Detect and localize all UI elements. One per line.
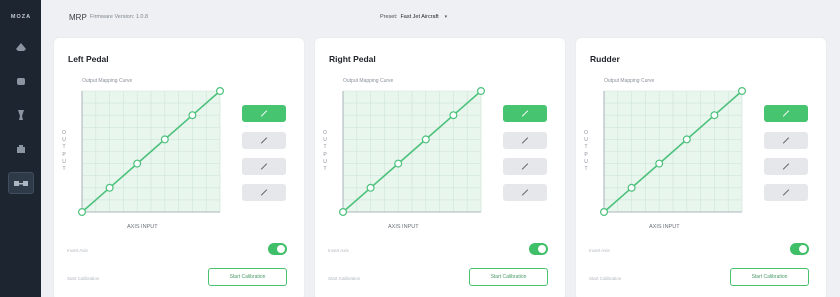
curve-point bbox=[477, 87, 485, 95]
curve-preset-3[interactable] bbox=[242, 158, 286, 175]
steering-wheel-icon bbox=[17, 78, 25, 85]
curve-preset-linear[interactable] bbox=[764, 105, 808, 122]
toggle-knob bbox=[277, 245, 285, 253]
curve-preset-3[interactable] bbox=[764, 158, 808, 175]
curve-label: Output Mapping Curve bbox=[82, 78, 133, 84]
line-icon bbox=[521, 110, 529, 117]
curve-point bbox=[655, 159, 664, 168]
curve-preset-2[interactable] bbox=[503, 132, 547, 149]
line-icon bbox=[521, 163, 529, 170]
sidebar-item-pedals[interactable] bbox=[8, 104, 34, 126]
toggle-knob bbox=[538, 245, 546, 253]
line-icon bbox=[782, 163, 790, 170]
preset-selector[interactable]: Preset: Fast Jet Aircraft ▾ bbox=[380, 14, 447, 20]
line-icon bbox=[260, 110, 268, 117]
device-name: MRP bbox=[69, 13, 87, 22]
header: MRP Firmware Version: 1.0.8 Preset: Fast… bbox=[41, 0, 840, 38]
start-calibration-button[interactable]: Start Calibration bbox=[208, 268, 287, 286]
y-axis-label: OUTPUT bbox=[62, 130, 66, 173]
curve-point bbox=[738, 87, 746, 95]
invert-axis-toggle[interactable] bbox=[529, 243, 548, 255]
curve-label: Output Mapping Curve bbox=[604, 78, 655, 84]
line-icon bbox=[782, 189, 790, 196]
curve-point bbox=[77, 207, 87, 216]
y-axis-label: OUTPUT bbox=[584, 130, 588, 173]
curve-preset-2[interactable] bbox=[242, 132, 286, 149]
dashboard-icon bbox=[17, 145, 25, 153]
curve-preset-4[interactable] bbox=[503, 184, 547, 201]
line-icon bbox=[260, 189, 268, 196]
curve-point bbox=[421, 135, 430, 144]
curve-preset-linear[interactable] bbox=[503, 105, 547, 122]
calibration-label: Start Calibration bbox=[328, 276, 361, 281]
curve-label: Output Mapping Curve bbox=[343, 78, 394, 84]
curve-point bbox=[710, 111, 719, 120]
mapping-curve-chart[interactable] bbox=[335, 85, 485, 218]
rudder-pedals-icon bbox=[14, 181, 28, 186]
card-rudder: Rudder Output Mapping Curve OUTPUT AXIS … bbox=[576, 38, 826, 297]
invert-axis-toggle[interactable] bbox=[268, 243, 287, 255]
calibration-label: Start Calibration bbox=[589, 276, 622, 281]
y-axis-label: OUTPUT bbox=[323, 130, 327, 173]
curve-point bbox=[105, 183, 114, 192]
invert-axis-label: Invert Axis bbox=[328, 248, 349, 253]
sidebar-item-rudder-pedals[interactable] bbox=[8, 172, 34, 194]
curve-point bbox=[449, 111, 458, 120]
curve-point bbox=[338, 207, 348, 216]
line-icon bbox=[521, 189, 529, 196]
invert-axis-toggle[interactable] bbox=[790, 243, 809, 255]
curve-point bbox=[133, 159, 142, 168]
preset-value: Fast Jet Aircraft bbox=[400, 14, 439, 20]
mapping-curve-chart[interactable] bbox=[74, 85, 224, 218]
curve-preset-2[interactable] bbox=[764, 132, 808, 149]
sidebar-item-dashboard[interactable] bbox=[8, 138, 34, 160]
moza-logo: MOZA bbox=[10, 14, 32, 20]
firmware-version: Firmware Version: 1.0.8 bbox=[90, 14, 149, 20]
curve-point bbox=[599, 207, 609, 216]
line-icon bbox=[521, 137, 529, 144]
sidebar-item-wheelbase[interactable] bbox=[8, 36, 34, 58]
invert-axis-label: Invert Axis bbox=[67, 248, 88, 253]
line-icon bbox=[260, 137, 268, 144]
curve-point bbox=[627, 183, 636, 192]
curve-point bbox=[394, 159, 403, 168]
chevron-down-icon: ▾ bbox=[444, 14, 448, 20]
preset-label: Preset: bbox=[380, 14, 398, 20]
start-calibration-button[interactable]: Start Calibration bbox=[469, 268, 548, 286]
invert-axis-label: Invert Axis bbox=[589, 248, 610, 253]
x-axis-label: AXIS INPUT bbox=[649, 224, 680, 230]
line-icon bbox=[782, 110, 790, 117]
curve-preset-3[interactable] bbox=[503, 158, 547, 175]
curve-point bbox=[216, 87, 224, 95]
wheelbase-icon bbox=[16, 43, 26, 51]
start-calibration-button[interactable]: Start Calibration bbox=[730, 268, 809, 286]
card-right-pedal: Right Pedal Output Mapping Curve OUTPUT … bbox=[315, 38, 565, 297]
curve-preset-linear[interactable] bbox=[242, 105, 286, 122]
curve-preset-4[interactable] bbox=[242, 184, 286, 201]
card-left-pedal: Left Pedal Output Mapping Curve OUTPUT A… bbox=[54, 38, 304, 297]
mapping-curve-chart[interactable] bbox=[596, 85, 746, 218]
sidebar-item-steering-wheel[interactable] bbox=[8, 70, 34, 92]
card-title: Rudder bbox=[590, 54, 620, 64]
card-title: Left Pedal bbox=[68, 54, 109, 64]
curve-point bbox=[366, 183, 375, 192]
sidebar: MOZA bbox=[0, 0, 41, 297]
toggle-knob bbox=[799, 245, 807, 253]
x-axis-label: AXIS INPUT bbox=[388, 224, 419, 230]
pedals-icon bbox=[18, 110, 24, 120]
line-icon bbox=[260, 163, 268, 170]
curve-preset-4[interactable] bbox=[764, 184, 808, 201]
curve-point bbox=[160, 135, 169, 144]
curve-point bbox=[188, 111, 197, 120]
card-title: Right Pedal bbox=[329, 54, 376, 64]
line-icon bbox=[782, 137, 790, 144]
curve-point bbox=[682, 135, 691, 144]
calibration-label: Start Calibration bbox=[67, 276, 100, 281]
x-axis-label: AXIS INPUT bbox=[127, 224, 158, 230]
